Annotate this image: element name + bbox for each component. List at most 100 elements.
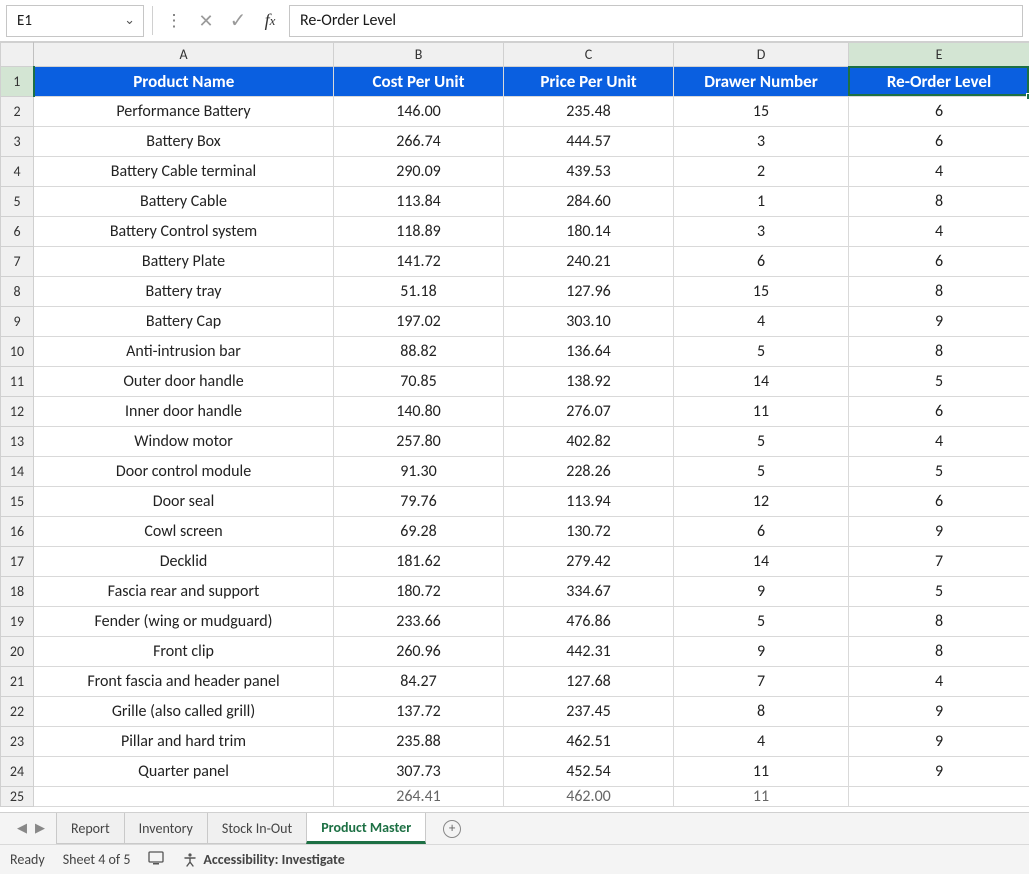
cell[interactable]: 136.64: [504, 337, 674, 367]
cell[interactable]: 9: [674, 577, 849, 607]
cell[interactable]: Fascia rear and support: [34, 577, 334, 607]
confirm-icon[interactable]: ✓: [225, 7, 251, 35]
cell[interactable]: 91.30: [334, 457, 504, 487]
cell[interactable]: Grille (also called grill): [34, 697, 334, 727]
cell[interactable]: 462.00: [504, 787, 674, 807]
row-header[interactable]: 18: [1, 577, 34, 607]
chevron-down-icon[interactable]: ⌄: [124, 13, 135, 28]
cell[interactable]: 84.27: [334, 667, 504, 697]
cell[interactable]: 237.45: [504, 697, 674, 727]
row-header[interactable]: 13: [1, 427, 34, 457]
cell[interactable]: Window motor: [34, 427, 334, 457]
cell[interactable]: 9: [849, 307, 1029, 337]
cell[interactable]: 5: [674, 607, 849, 637]
cell[interactable]: Front fascia and header panel: [34, 667, 334, 697]
cell[interactable]: Battery Cable terminal: [34, 157, 334, 187]
row-header[interactable]: 23: [1, 727, 34, 757]
header-cell[interactable]: Cost Per Unit: [334, 67, 504, 97]
cell[interactable]: 181.62: [334, 547, 504, 577]
cell[interactable]: 476.86: [504, 607, 674, 637]
cell[interactable]: 70.85: [334, 367, 504, 397]
column-header-D[interactable]: D: [674, 43, 849, 67]
cell[interactable]: 462.51: [504, 727, 674, 757]
cell[interactable]: 6: [849, 397, 1029, 427]
cell[interactable]: 6: [849, 487, 1029, 517]
cell[interactable]: 5: [674, 427, 849, 457]
row-header[interactable]: 8: [1, 277, 34, 307]
row-header[interactable]: 15: [1, 487, 34, 517]
cell[interactable]: 4: [674, 307, 849, 337]
cell[interactable]: 276.07: [504, 397, 674, 427]
column-headers[interactable]: ABCDE: [1, 43, 1029, 67]
column-header-E[interactable]: E: [849, 43, 1029, 67]
cell[interactable]: Pillar and hard trim: [34, 727, 334, 757]
cell[interactable]: 334.67: [504, 577, 674, 607]
row-header[interactable]: 21: [1, 667, 34, 697]
cell[interactable]: 6: [849, 97, 1029, 127]
cell[interactable]: 51.18: [334, 277, 504, 307]
display-settings-icon[interactable]: [148, 850, 164, 870]
cell[interactable]: Door seal: [34, 487, 334, 517]
cell[interactable]: 1: [674, 187, 849, 217]
row-header[interactable]: 25: [1, 787, 34, 807]
cell[interactable]: 14: [674, 367, 849, 397]
row-header[interactable]: 22: [1, 697, 34, 727]
header-cell[interactable]: Product Name: [34, 67, 334, 97]
cell[interactable]: 180.72: [334, 577, 504, 607]
cell[interactable]: 4: [849, 427, 1029, 457]
sheet-tab[interactable]: Inventory: [124, 813, 208, 844]
cell[interactable]: 11: [674, 397, 849, 427]
formula-input[interactable]: Re-Order Level: [289, 5, 1023, 37]
cell[interactable]: Inner door handle: [34, 397, 334, 427]
cell[interactable]: Door control module: [34, 457, 334, 487]
cell[interactable]: 138.92: [504, 367, 674, 397]
cell[interactable]: 235.88: [334, 727, 504, 757]
row-header[interactable]: 19: [1, 607, 34, 637]
cell[interactable]: 146.00: [334, 97, 504, 127]
cell[interactable]: 442.31: [504, 637, 674, 667]
row-header[interactable]: 5: [1, 187, 34, 217]
cell[interactable]: Performance Battery: [34, 97, 334, 127]
cell[interactable]: 11: [674, 757, 849, 787]
row-header[interactable]: 16: [1, 517, 34, 547]
cell[interactable]: 279.42: [504, 547, 674, 577]
cell[interactable]: 4: [849, 217, 1029, 247]
cell[interactable]: 69.28: [334, 517, 504, 547]
sheet-tab[interactable]: Report: [56, 813, 125, 844]
cell[interactable]: Fender (wing or mudguard): [34, 607, 334, 637]
cell[interactable]: 8: [674, 697, 849, 727]
cell[interactable]: 6: [674, 247, 849, 277]
accessibility-icon[interactable]: Accessibility: Investigate: [182, 851, 344, 868]
cell[interactable]: 284.60: [504, 187, 674, 217]
sheet-tab[interactable]: Product Master: [306, 813, 426, 844]
header-cell[interactable]: Re-Order Level: [849, 67, 1029, 97]
row-header[interactable]: 6: [1, 217, 34, 247]
cell[interactable]: Quarter panel: [34, 757, 334, 787]
cell[interactable]: Battery tray: [34, 277, 334, 307]
cell[interactable]: 6: [849, 247, 1029, 277]
cell[interactable]: 14: [674, 547, 849, 577]
cell[interactable]: 266.74: [334, 127, 504, 157]
cell[interactable]: [34, 787, 334, 807]
add-sheet-button[interactable]: +: [425, 813, 479, 844]
cell[interactable]: 9: [849, 517, 1029, 547]
cell[interactable]: 7: [674, 667, 849, 697]
cell[interactable]: 4: [849, 667, 1029, 697]
cell[interactable]: Front clip: [34, 637, 334, 667]
tab-next-icon[interactable]: ▶: [32, 821, 48, 836]
cell[interactable]: 402.82: [504, 427, 674, 457]
cell[interactable]: 88.82: [334, 337, 504, 367]
cell[interactable]: 5: [849, 367, 1029, 397]
row-header[interactable]: 2: [1, 97, 34, 127]
row-header[interactable]: 14: [1, 457, 34, 487]
cell[interactable]: 4: [674, 727, 849, 757]
cell[interactable]: Cowl screen: [34, 517, 334, 547]
cell[interactable]: 118.89: [334, 217, 504, 247]
cell[interactable]: 8: [849, 337, 1029, 367]
cell[interactable]: 141.72: [334, 247, 504, 277]
row-header[interactable]: 7: [1, 247, 34, 277]
cell[interactable]: 303.10: [504, 307, 674, 337]
cell[interactable]: 290.09: [334, 157, 504, 187]
row-header[interactable]: 10: [1, 337, 34, 367]
cell[interactable]: 9: [849, 757, 1029, 787]
